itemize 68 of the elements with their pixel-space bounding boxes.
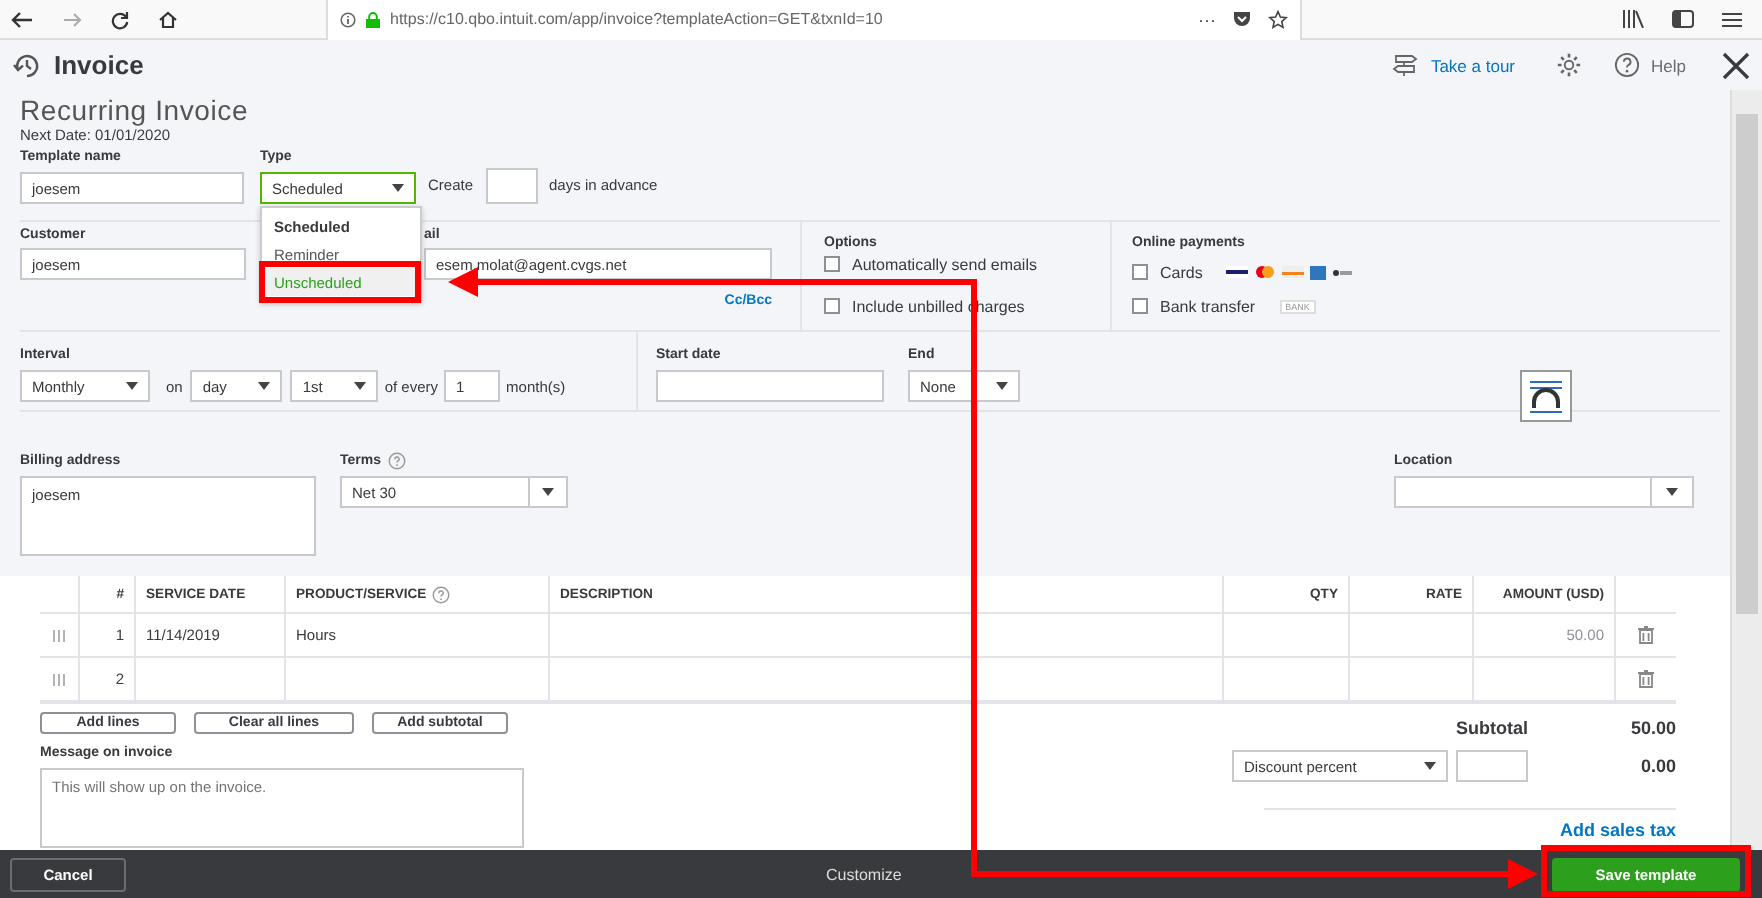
table-cell[interactable]	[1224, 656, 1350, 700]
add-sales-tax-link[interactable]: Add sales tax	[1559, 820, 1676, 840]
card-logo-icon	[1332, 267, 1353, 277]
back-icon[interactable]	[10, 7, 34, 31]
form-heading: Recurring Invoice	[20, 96, 251, 126]
table-cell[interactable]	[1474, 656, 1616, 700]
caret-icon	[996, 382, 1008, 390]
table-cell[interactable]	[550, 656, 1224, 700]
table-cell[interactable]	[1350, 612, 1474, 656]
location-dropdown[interactable]	[1394, 476, 1694, 508]
caret-icon	[258, 382, 271, 390]
page-title: Invoice	[54, 50, 144, 80]
help-icon[interactable]	[387, 452, 405, 470]
discount-value: 0.00	[1638, 756, 1676, 776]
help-icon[interactable]	[432, 585, 451, 603]
trash-icon[interactable]	[1638, 626, 1654, 644]
reload-icon[interactable]	[110, 9, 130, 29]
checkbox[interactable]	[1132, 264, 1148, 280]
drag-handle-icon[interactable]	[52, 673, 66, 685]
recurring-icon	[12, 52, 42, 78]
table-cell[interactable]	[286, 656, 550, 700]
trash-icon[interactable]	[1638, 670, 1654, 688]
checkbox-label: Cards	[1160, 263, 1203, 281]
checkbox-label: Bank transfer	[1160, 297, 1256, 315]
caret-icon	[542, 488, 554, 496]
customize-link[interactable]: Customize	[826, 865, 902, 883]
caret-icon	[1666, 488, 1678, 496]
checkbox[interactable]	[1132, 298, 1148, 314]
home-icon[interactable]	[158, 9, 178, 29]
caret-icon	[354, 382, 367, 390]
table-cell[interactable]	[1350, 656, 1474, 700]
start-date-field[interactable]	[656, 370, 884, 402]
more-menu[interactable]: ···	[1198, 9, 1216, 29]
checkbox[interactable]	[824, 256, 840, 272]
forward-icon[interactable]	[62, 9, 82, 29]
pocket-icon[interactable]	[1232, 10, 1252, 28]
document-icon[interactable]	[1520, 370, 1572, 422]
card-logo-icon	[1226, 266, 1249, 278]
checkbox[interactable]	[824, 298, 840, 314]
subtotal-label: Subtotal	[1456, 718, 1528, 738]
address-bar[interactable]: https://c10.qbo.intuit.com/app/invoice?templateAction=GET&txnId=10 ···	[326, 0, 1302, 39]
menu-icon[interactable]	[1722, 11, 1742, 27]
take-a-tour-link[interactable]: Take a tour	[1430, 55, 1516, 75]
settings-icon[interactable]	[1555, 52, 1582, 78]
subtotal-value: 50.00	[1628, 718, 1676, 738]
caret-icon	[126, 382, 138, 390]
star-icon[interactable]	[1268, 9, 1288, 29]
help-link[interactable]: Help	[1651, 55, 1686, 75]
library-icon[interactable]	[1622, 10, 1644, 28]
days-field[interactable]	[485, 168, 538, 204]
discount-field[interactable]	[1456, 750, 1528, 782]
table-cell[interactable]	[1224, 612, 1350, 656]
table-cell[interactable]	[136, 656, 286, 700]
card-logo-icon	[1310, 265, 1327, 279]
caret-icon	[392, 184, 404, 192]
sidebar-icon[interactable]	[1672, 10, 1694, 28]
checkbox-label: Automatically send emails	[852, 255, 1037, 273]
info-icon[interactable]	[340, 11, 356, 27]
drag-handle-icon[interactable]	[52, 629, 66, 641]
help-icon[interactable]	[1613, 52, 1640, 78]
caret-icon	[1424, 762, 1436, 770]
lock-icon	[366, 11, 380, 27]
close-icon[interactable]	[1722, 51, 1750, 79]
card-logo-icon	[1254, 266, 1277, 278]
signpost-icon[interactable]	[1392, 54, 1419, 76]
card-logo-icon	[1282, 266, 1305, 278]
scrollbar[interactable]	[1730, 90, 1762, 850]
table-cell[interactable]	[550, 612, 1224, 656]
